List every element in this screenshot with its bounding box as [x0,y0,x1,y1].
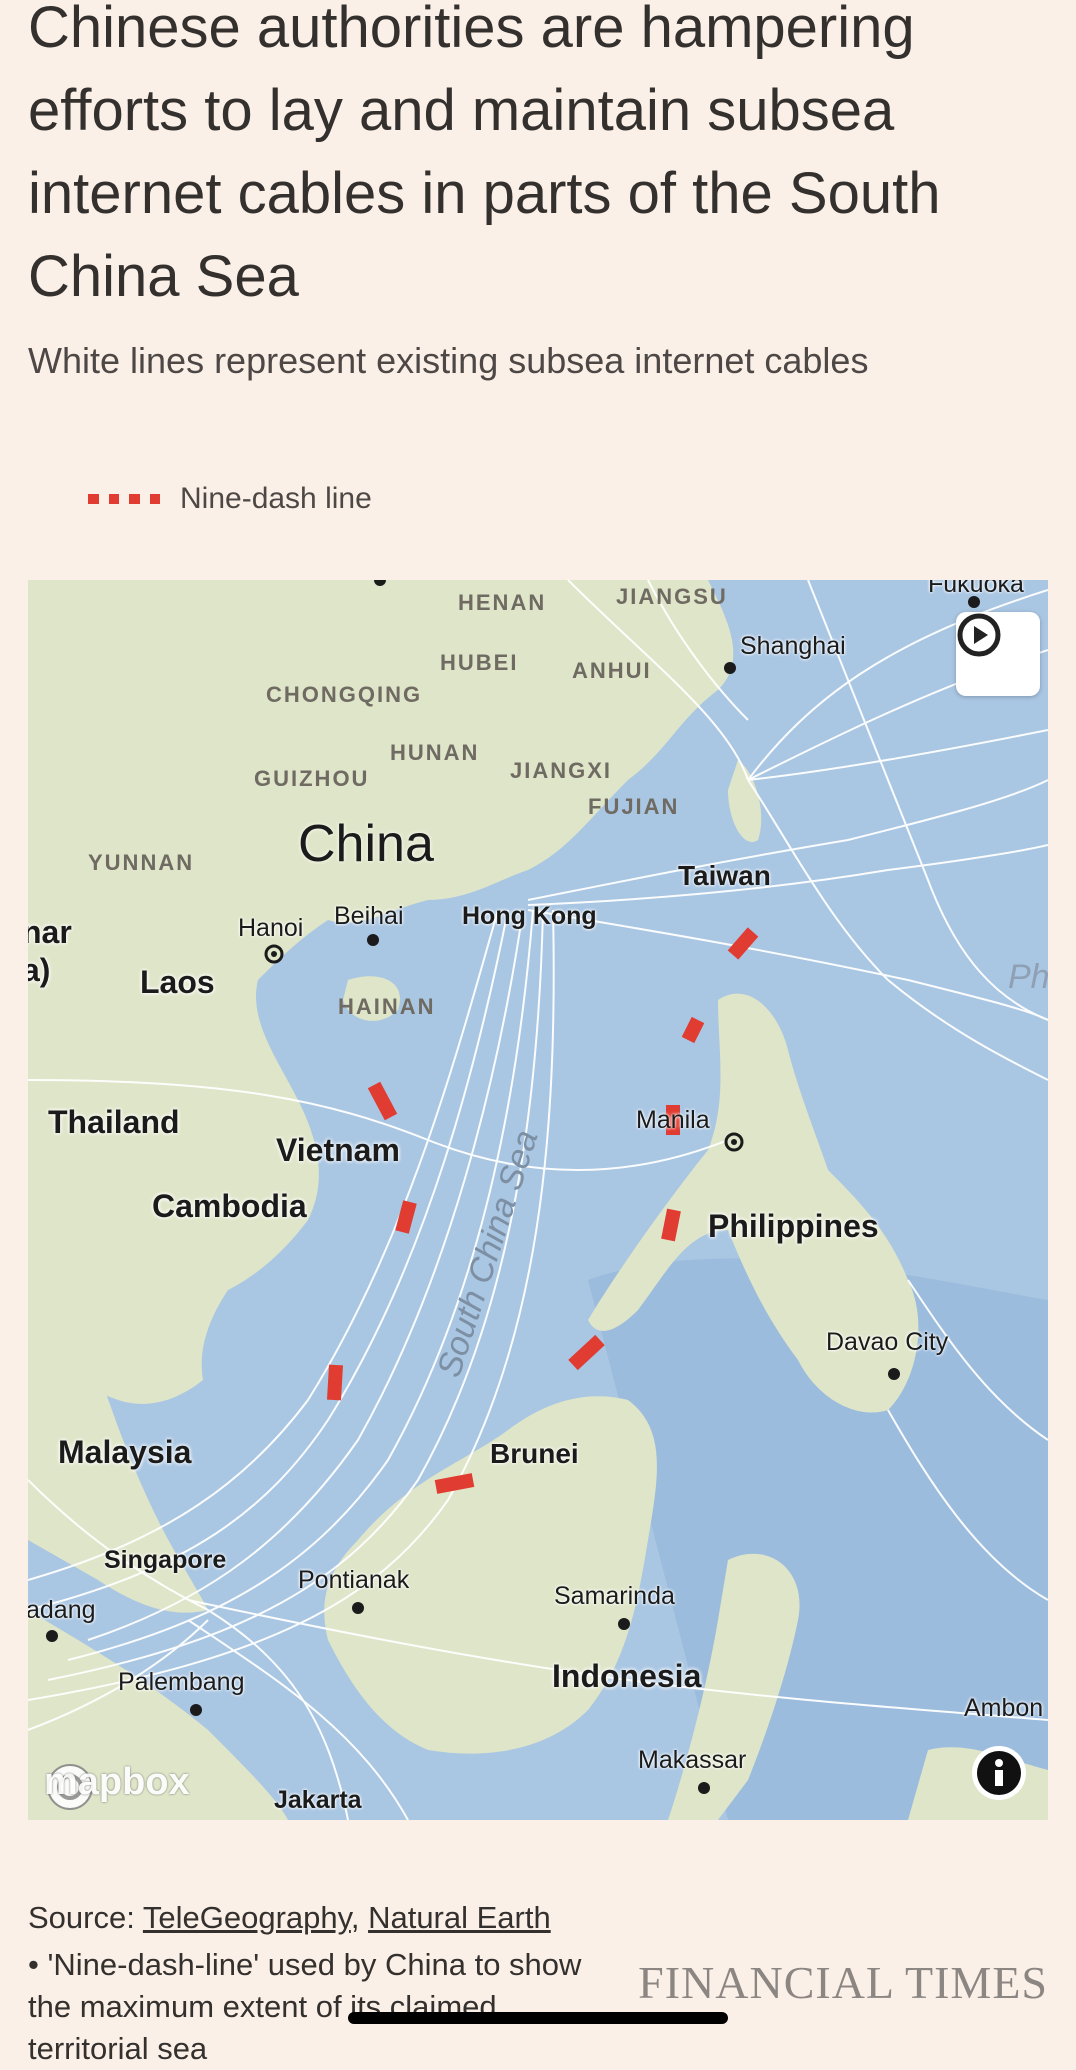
city-ambon: Ambon [964,1694,1044,1722]
country-vietnam: Vietnam [276,1132,400,1168]
mapbox-attribution[interactable]: mapbox [44,1761,190,1810]
country-laos: Laos [140,964,215,1000]
province-jiangxi: JIANGXI [510,758,613,783]
province-yunnan: YUNNAN [88,850,195,875]
nine-dash-line-swatch [88,494,160,504]
province-jiangsu: JIANGSU [616,584,728,609]
country-malaysia: Malaysia [58,1434,192,1470]
city-pontianak: Pontianak [298,1566,410,1594]
mapbox-text: mapbox [44,1761,190,1803]
city-samarinda: Samarinda [554,1582,675,1610]
city-singapore: Singapore [104,1546,227,1574]
city-shanghai: Shanghai [740,632,846,660]
province-hainan: HAINAN [338,994,436,1019]
source-prefix: Source: [28,1900,143,1935]
city-hong-kong: Hong Kong [462,902,597,930]
province-hunan: HUNAN [390,740,480,765]
source-separator: , [350,1900,369,1935]
city-beihai: Beihai [334,902,404,930]
province-anhui: ANHUI [572,658,652,683]
map[interactable]: HENAN JIANGSU HUBEI ANHUI CHONGQING HUNA… [28,580,1048,1820]
country-brunei: Brunei [490,1438,579,1469]
city-jakarta: Jakarta [274,1786,362,1814]
city-palembang: Palembang [118,1668,245,1696]
edge-label-nar: nar [28,914,72,950]
info-icon [977,1751,1021,1795]
country-philippines: Philippines [708,1208,879,1244]
source-link-natural-earth[interactable]: Natural Earth [368,1900,551,1935]
legend: Nine-dash line [88,482,372,516]
city-padang: adang [28,1596,96,1624]
city-davao: Davao City [826,1328,949,1356]
country-indonesia: Indonesia [552,1658,702,1694]
country-taiwan: Taiwan [678,860,771,891]
city-makassar: Makassar [638,1746,747,1774]
legend-label: Nine-dash line [180,482,372,515]
footnote: • 'Nine-dash-line' used by China to show… [28,1947,582,2066]
country-thailand: Thailand [48,1104,180,1140]
country-cambodia: Cambodia [152,1188,307,1224]
province-guizhou: GUIZHOU [254,766,370,791]
home-indicator[interactable] [348,2012,728,2024]
chart-title: Chinese authorities are hampering effort… [28,0,941,309]
chart-subtitle: White lines represent existing subsea in… [28,340,869,381]
source-line: Source: TeleGeography, Natural Earth [28,1900,551,1936]
country-china: China [298,815,434,873]
city-manila: Manila [636,1106,710,1134]
source-link-telegeography[interactable]: TeleGeography [143,1900,351,1935]
city-hanoi: Hanoi [238,914,304,942]
edge-label-ph: Ph [1008,958,1048,996]
play-circle-icon [957,613,1001,657]
province-henan: HENAN [458,590,547,615]
info-button[interactable] [972,1746,1026,1800]
ft-logo: FINANCIAL TIMES [638,1957,1048,2008]
city-fukuoka: Fukuoka [928,580,1024,598]
edge-label-a: a) [28,952,51,988]
province-hubei: HUBEI [440,650,519,675]
province-fujian: FUJIAN [588,794,680,819]
province-chongqing: CHONGQING [266,682,423,707]
play-button[interactable] [956,612,1040,696]
